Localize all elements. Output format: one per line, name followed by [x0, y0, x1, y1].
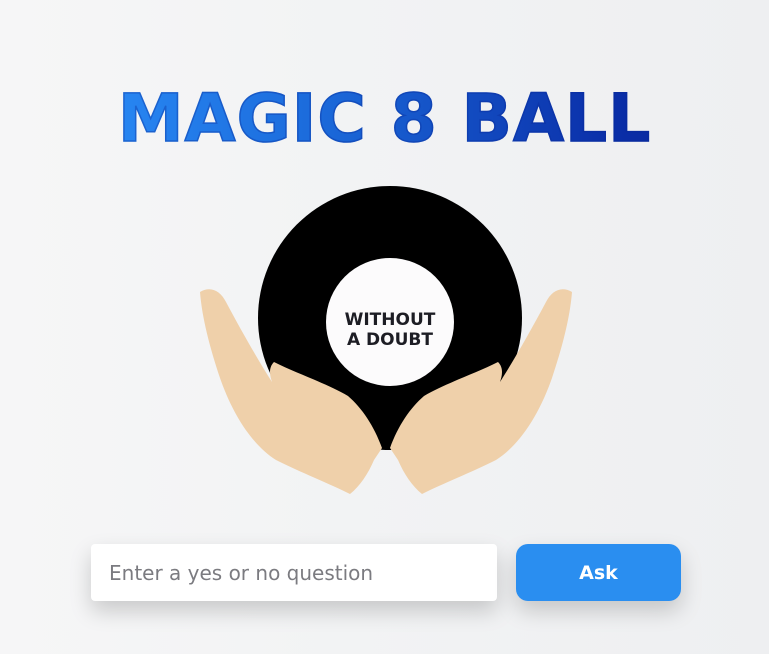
answer-text: WITHOUT A DOUBT	[324, 300, 456, 360]
answer-line-1: WITHOUT	[344, 310, 436, 330]
ask-button[interactable]: Ask	[516, 544, 681, 601]
page-title: MAGIC 8 BALL	[0, 74, 769, 164]
question-input[interactable]	[91, 544, 497, 601]
magic-8-ball[interactable]: WITHOUT A DOUBT	[196, 182, 576, 502]
answer-line-2: A DOUBT	[346, 330, 433, 350]
